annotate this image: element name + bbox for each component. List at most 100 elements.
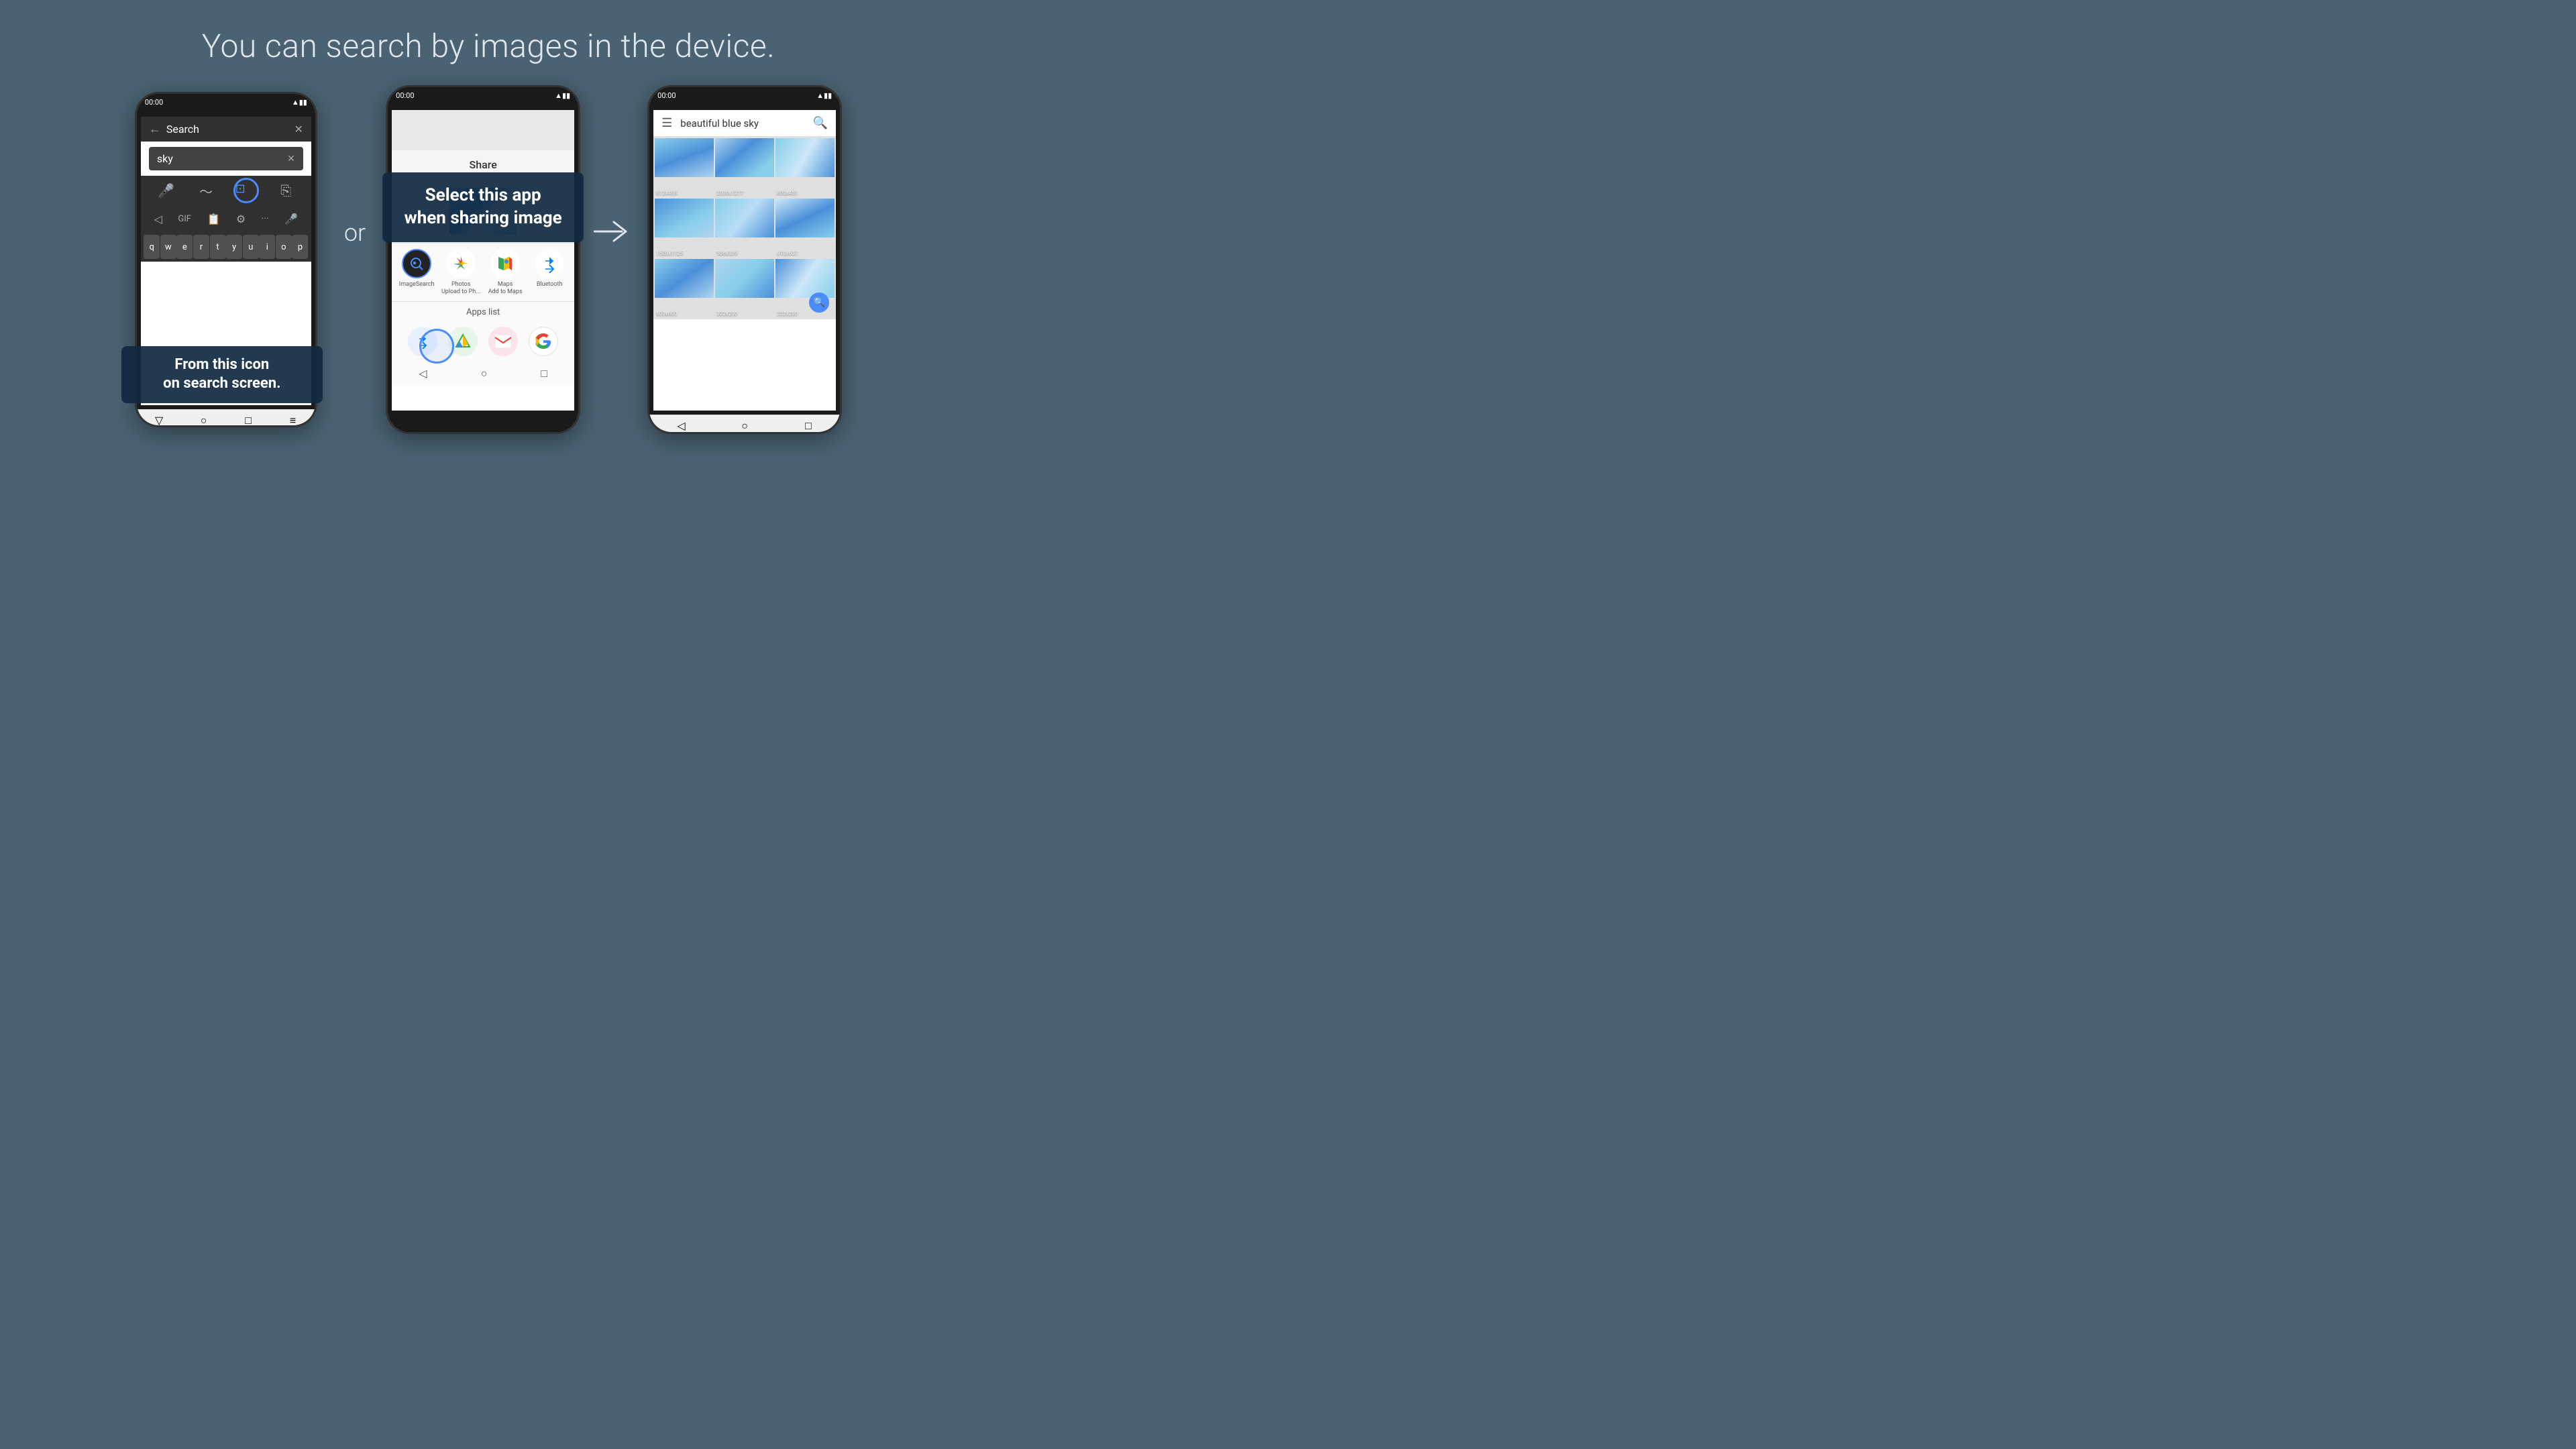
key-t[interactable]: t: [210, 235, 226, 259]
phone3-time: 00:00: [657, 91, 676, 100]
trend-icon[interactable]: 〜: [194, 178, 218, 203]
kb-back-icon[interactable]: ◁: [154, 213, 162, 225]
phone-2: 00:00 ▲▮▮ Share: [386, 85, 580, 434]
key-o[interactable]: o: [276, 235, 292, 259]
hamburger-icon[interactable]: ☰: [661, 116, 672, 130]
keyboard-keys-row: q w e r t y u i o p: [141, 232, 311, 262]
image-grid: 612x408 2000x1217 800x451 1500x1125: [653, 137, 836, 319]
bluetooth-app-icon[interactable]: [535, 249, 564, 278]
results-toolbar: ☰ beautiful blue sky 🔍: [653, 110, 836, 137]
nav3-back[interactable]: ◁: [674, 421, 688, 431]
main-title: You can search by images in the device.: [202, 27, 775, 65]
search-icon[interactable]: 🔍: [813, 116, 828, 130]
photos-label: PhotosUpload to Ph...: [441, 281, 480, 296]
google-icon[interactable]: [529, 327, 558, 356]
keyboard-tool-row: ◁ GIF 📋 ⚙ ··· 🎤: [141, 205, 311, 232]
search-fab[interactable]: 🔍: [809, 292, 829, 313]
keyboard-toolbar: 🎤 〜 ⊡ ⎘: [141, 176, 311, 205]
connector-or: or: [344, 219, 366, 301]
phone2-screen: Share: [392, 110, 574, 411]
clear-icon[interactable]: ✕: [294, 123, 303, 136]
share-app-imagesearch[interactable]: ImageSearch: [396, 249, 437, 296]
phone2-signal: ▲▮▮: [555, 91, 570, 100]
phone1-search-input[interactable]: Search: [166, 123, 289, 136]
kb-settings-icon[interactable]: ⚙: [236, 213, 246, 225]
query-clear-icon[interactable]: ✕: [287, 154, 295, 164]
key-y[interactable]: y: [226, 235, 242, 259]
nav-home[interactable]: ○: [197, 416, 211, 425]
phone3-screen: ☰ beautiful blue sky 🔍 612x408 2000x1217: [653, 110, 836, 411]
phone2-status-bar: 00:00 ▲▮▮: [388, 87, 578, 103]
grid-item-8[interactable]: 322x200: [715, 259, 774, 318]
key-q[interactable]: q: [144, 235, 160, 259]
search-query-text: sky: [157, 152, 173, 165]
share-app-row: ImageSearch: [392, 243, 574, 301]
maps-app-icon[interactable]: [490, 249, 520, 278]
apps-list-label: Apps list: [392, 301, 574, 321]
arrow-connector: [594, 218, 634, 301]
grid-label-2: 2000x1217: [716, 190, 743, 196]
phone1-time: 00:00: [145, 98, 163, 107]
copy-icon[interactable]: ⎘: [274, 178, 298, 203]
phone1-nav-bar: ▽ ○ □ ≡: [137, 409, 315, 427]
phones-row: 00:00 ▲▮▮ ← Search ✕ sky ✕: [0, 85, 977, 434]
grid-label-5: 508x339: [716, 250, 737, 256]
share-app-bluetooth[interactable]: Bluetooth: [529, 249, 570, 296]
grid-item-1[interactable]: 612x408: [655, 138, 714, 197]
phone3-signal: ▲▮▮: [816, 91, 832, 100]
phone1-query-bar[interactable]: sky ✕: [149, 147, 303, 170]
grid-label-1: 612x408: [656, 190, 677, 196]
phone1-callout: From this icon on search screen.: [121, 346, 323, 403]
key-w[interactable]: w: [160, 235, 176, 259]
imagesearch-app-icon[interactable]: [402, 249, 431, 278]
mic-icon[interactable]: 🎤: [154, 178, 178, 203]
phone1-status-bar: 00:00 ▲▮▮: [137, 94, 315, 110]
key-p[interactable]: p: [292, 235, 308, 259]
kb-more-icon[interactable]: ···: [262, 213, 269, 224]
grid-label-8: 322x200: [716, 311, 737, 317]
kb-clipboard-icon[interactable]: 📋: [207, 213, 220, 225]
kb-mic-icon[interactable]: 🎤: [284, 213, 298, 225]
nav-back[interactable]: ▽: [152, 416, 166, 425]
key-e[interactable]: e: [176, 235, 193, 259]
grid-item-3[interactable]: 800x451: [775, 138, 835, 197]
imagesearch-label: ImageSearch: [399, 281, 435, 288]
grid-item-6[interactable]: 910x607: [775, 199, 835, 258]
nav3-home[interactable]: ○: [738, 421, 751, 431]
grid-item-5[interactable]: 508x339: [715, 199, 774, 258]
key-u[interactable]: u: [243, 235, 259, 259]
phone2-nav-home[interactable]: ○: [481, 367, 488, 380]
phone2-time: 00:00: [396, 91, 414, 100]
nav3-recents[interactable]: □: [802, 421, 815, 431]
nav-kb[interactable]: ≡: [286, 416, 300, 425]
phone-3: 00:00 ▲▮▮ ☰ beautiful blue sky 🔍 612x408: [647, 85, 842, 434]
grid-label-7: 600x600: [656, 311, 677, 317]
key-i[interactable]: i: [259, 235, 275, 259]
back-icon[interactable]: ←: [149, 122, 161, 136]
imagesearch-circle-highlight: [419, 329, 454, 364]
grid-item-4[interactable]: 1500x1125: [655, 199, 714, 258]
phone1-search-bar[interactable]: ← Search ✕: [141, 117, 311, 142]
nav-recents[interactable]: □: [241, 416, 255, 425]
grid-label-3: 800x451: [777, 190, 798, 196]
kb-gif-icon[interactable]: GIF: [178, 214, 191, 224]
phone1-signal: ▲▮▮: [292, 98, 307, 107]
phone2-nav: ◁ ○ □: [392, 362, 574, 386]
share-app-photos[interactable]: PhotosUpload to Ph...: [441, 249, 481, 296]
gmail-icon[interactable]: [488, 327, 518, 356]
phone2-nav-recents[interactable]: □: [541, 367, 547, 380]
maps-label: MapsAdd to Maps: [488, 281, 523, 296]
photos-app-icon[interactable]: [446, 249, 476, 278]
phone2-callout: Select this app when sharing image: [382, 172, 584, 242]
image-search-icon[interactable]: ⊡: [234, 178, 258, 203]
grid-item-9[interactable]: 322x200 🔍: [775, 259, 835, 318]
phone3-status-bar: 00:00 ▲▮▮: [649, 87, 840, 103]
share-app-maps[interactable]: MapsAdd to Maps: [485, 249, 525, 296]
background-content: [392, 110, 574, 150]
grid-label-4: 1500x1125: [656, 250, 683, 256]
phone3-nav-bar: ◁ ○ □: [649, 415, 840, 434]
key-r[interactable]: r: [193, 235, 209, 259]
phone2-nav-back[interactable]: ◁: [419, 367, 427, 380]
grid-item-7[interactable]: 600x600: [655, 259, 714, 318]
grid-item-2[interactable]: 2000x1217: [715, 138, 774, 197]
